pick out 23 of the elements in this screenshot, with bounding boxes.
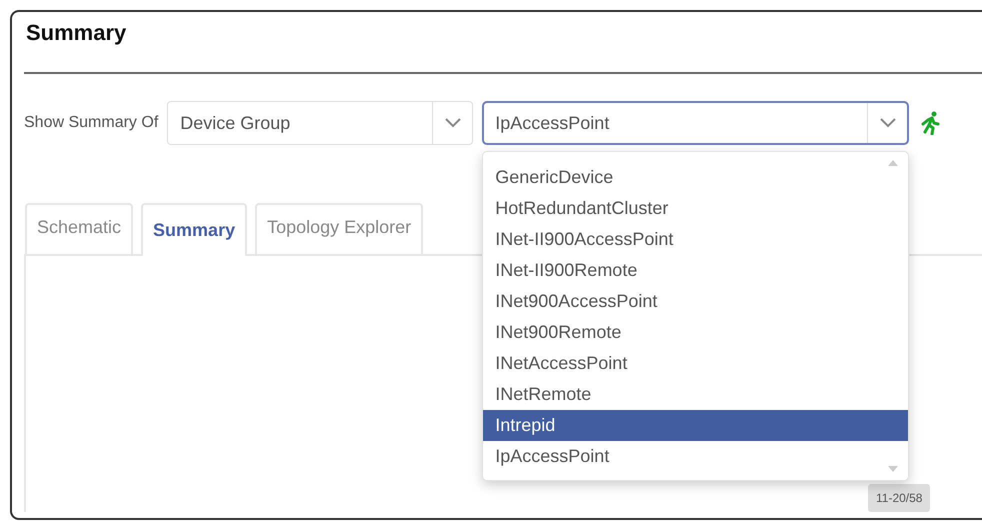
dropdown-option[interactable]: INet-II900AccessPoint [483,224,908,255]
dropdown-option[interactable]: Intrepid [483,410,908,441]
dropdown-option[interactable]: IpAccessPoint [483,441,908,472]
running-figure-icon[interactable] [919,111,942,135]
dropdown-option[interactable]: INetAccessPoint [483,348,908,379]
dropdown-option[interactable]: INet900AccessPoint [483,286,908,317]
device-type-combobox[interactable]: IpAccessPoint [482,101,910,145]
dropdown-option[interactable]: GenericDevice [483,162,908,193]
page-counter: 11-20/58 [868,484,930,512]
dropdown-option[interactable]: INet-II900Remote [483,255,908,286]
chevron-down-icon [444,118,461,128]
dropdown-option[interactable]: HotRedundantCluster [483,193,908,224]
scroll-down-icon[interactable] [888,466,898,472]
dropdown-option[interactable]: INetRemote [483,379,908,410]
tab[interactable]: Topology Explorer [255,203,424,254]
chevron-down-icon [880,118,896,128]
group-select[interactable]: Device Group [167,101,474,145]
tab[interactable]: Summary [141,203,248,256]
dropdown-option[interactable]: INet900Remote [483,317,908,348]
scroll-up-icon[interactable] [888,160,898,166]
filter-label: Show Summary Of [24,113,158,133]
tab[interactable]: Schematic [25,203,134,254]
page-title: Summary [25,19,128,47]
